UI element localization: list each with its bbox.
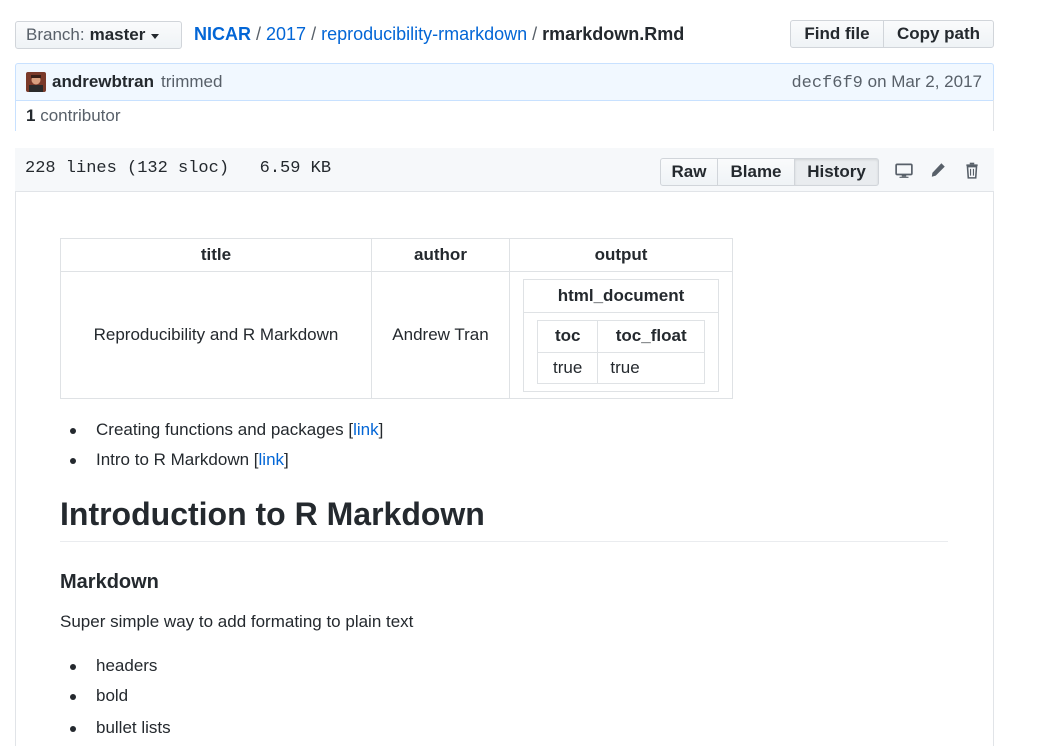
heading-introduction: Introduction to R Markdown (60, 496, 948, 542)
pencil-icon[interactable] (929, 161, 949, 181)
output-header: html_document (523, 278, 719, 313)
list-item: Intro to R Markdown [link] (60, 445, 383, 475)
file-actions: Raw Blame History (660, 158, 879, 186)
branch-value: master (89, 25, 146, 44)
list-item: bold (60, 681, 171, 711)
table-cell-output: html_document toc toc_float true true (509, 271, 733, 399)
output-table: html_document toc toc_float true true (523, 278, 719, 392)
breadcrumb-current-file: rmarkdown.Rmd (542, 24, 685, 44)
breadcrumb-folder-link[interactable]: 2017 (266, 24, 306, 44)
feature-list: headers bold bullet lists (60, 651, 171, 743)
table-cell-title: Reproducibility and R Markdown (60, 271, 372, 399)
yaml-frontmatter-table: title author output Reproducibility and … (60, 238, 733, 399)
toc-float-value: true (597, 351, 705, 384)
find-file-button[interactable]: Find file (790, 20, 884, 48)
breadcrumb: NICAR/2017/reproducibility-rmarkdown / rma… (194, 22, 684, 46)
copy-path-button[interactable]: Copy path (883, 20, 994, 48)
trash-icon[interactable] (963, 161, 983, 181)
breadcrumb-separator: / (532, 24, 538, 44)
branch-select-button[interactable]: Branch: master (15, 21, 182, 49)
commit-author-link[interactable]: andrewbtran (52, 72, 154, 92)
desktop-icon[interactable] (895, 161, 915, 181)
link[interactable]: link (259, 450, 285, 469)
toc-float-header: toc_float (597, 319, 705, 353)
contributor-count: 1 (26, 106, 36, 125)
toc-header: toc (536, 319, 599, 353)
commit-date-prefix: on (867, 71, 887, 91)
paragraph: Super simple way to add formating to pla… (60, 612, 414, 631)
table-header-title: title (60, 238, 372, 272)
commit-meta: decf6f9 on Mar 2, 2017 (791, 72, 982, 93)
table-header-output: output (509, 238, 733, 272)
commit-tease: andrewbtran trimmed decf6f9 on Mar 2, 20… (15, 63, 994, 101)
branch-label: Branch: (26, 25, 85, 44)
link-list: Creating functions and packages [link] I… (60, 415, 383, 475)
file-header: 228 lines (132 sloc) 6.59 KB Raw Blame H… (15, 148, 994, 192)
output-cell: toc toc_float true true (523, 311, 719, 392)
list-item: headers (60, 651, 171, 681)
link[interactable]: link (353, 420, 379, 439)
avatar[interactable] (26, 72, 46, 92)
list-item: Creating functions and packages [link] (60, 415, 383, 445)
file-nav-buttons: Find file Copy path (790, 20, 994, 48)
contributors-bar[interactable]: 1 contributor (15, 100, 994, 131)
caret-down-icon (151, 34, 160, 39)
breadcrumb-folder-link[interactable]: reproducibility-rmarkdown (321, 24, 527, 44)
heading-markdown: Markdown (60, 571, 159, 593)
commit-date: Mar 2, 2017 (891, 71, 982, 91)
blame-button[interactable]: Blame (717, 158, 795, 186)
breadcrumb-separator: / (311, 24, 317, 44)
contributor-label: contributor (40, 106, 121, 125)
commit-sha-link[interactable]: decf6f9 (791, 74, 862, 93)
table-header-author: author (371, 238, 510, 272)
toc-table: toc toc_float true true (536, 319, 705, 384)
history-button[interactable]: History (794, 158, 879, 186)
raw-button[interactable]: Raw (660, 158, 718, 186)
commit-message-link[interactable]: trimmed (161, 72, 222, 92)
breadcrumb-separator: / (256, 24, 262, 44)
breadcrumb-repo-link[interactable]: NICAR (194, 24, 251, 44)
file-info: 228 lines (132 sloc) 6.59 KB (25, 159, 332, 178)
toc-value: true (536, 351, 599, 384)
list-item: bullet lists (60, 713, 171, 743)
table-cell-author: Andrew Tran (371, 271, 510, 399)
